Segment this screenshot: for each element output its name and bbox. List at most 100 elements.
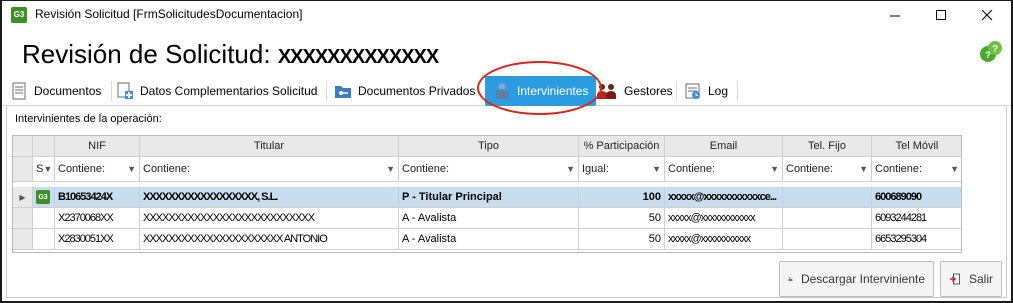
page-title-label: Revisión de Solicitud: xyxy=(22,39,278,69)
cell-email[interactable]: xxxxx@xxxxxxxxxxx xyxy=(665,229,783,250)
cell-tel-fijo[interactable] xyxy=(783,208,872,229)
minimize-button[interactable] xyxy=(872,1,918,29)
cell-tel-fijo[interactable] xyxy=(783,187,872,208)
filter-icon[interactable]: ▼ xyxy=(859,164,868,174)
cell-participacion[interactable]: 100 xyxy=(579,187,665,208)
person-download-icon xyxy=(788,276,793,282)
tab-intervinientes[interactable]: Intervinientes xyxy=(485,76,597,106)
filter-email[interactable]: Contiene: ▼ xyxy=(665,157,783,182)
tab-documentos[interactable]: Documentos xyxy=(10,76,101,106)
column-header-participacion[interactable]: % Participación xyxy=(579,136,665,157)
cell-email[interactable]: xxxxx@xxxxxxxxxxxce... xyxy=(665,187,783,208)
exit-door-icon xyxy=(949,273,960,285)
table-row[interactable]: X2830051XX XXXXXXXXXXXXXXXXXXXXXX ANTONI… xyxy=(13,229,961,250)
cell-tipo[interactable]: A - Avalista xyxy=(399,208,579,229)
filter-participacion[interactable]: Igual: ▼ xyxy=(579,157,665,182)
table-row[interactable]: X2370068XX XXXXXXXXXXXXXXXXXXXXXXXXXXX A… xyxy=(13,208,961,229)
cell-nif[interactable]: X2370068XX xyxy=(55,208,140,229)
close-button[interactable] xyxy=(964,1,1010,29)
maximize-icon xyxy=(935,9,946,20)
filter-icon[interactable]: ▼ xyxy=(43,164,52,174)
cell-tipo[interactable]: A - Avalista xyxy=(399,229,579,250)
column-header-tel-movil[interactable]: Tel Móvil xyxy=(872,136,961,157)
svg-text:?: ? xyxy=(992,44,998,55)
tab-divider xyxy=(111,81,112,101)
column-header-tipo[interactable]: Tipo xyxy=(399,136,579,157)
row-indicator xyxy=(13,229,33,250)
exit-label: Salir xyxy=(968,272,993,286)
close-icon xyxy=(981,9,992,20)
cell-participacion[interactable]: 50 xyxy=(579,229,665,250)
application-window: G3 Revisión Solicitud [FrmSolicitudesDoc… xyxy=(0,0,1013,303)
cell-nif[interactable]: X2830051XX xyxy=(55,229,140,250)
filter-label: Contiene: xyxy=(668,163,716,175)
row-status xyxy=(33,208,55,229)
grid-filter-row: S ▼ Contiene: ▼ Contiene: ▼ Contiene: ▼ Igua… xyxy=(13,157,961,182)
cell-tel-movil[interactable]: 600689090 xyxy=(872,187,961,208)
filter-titular[interactable]: Contiene: ▼ xyxy=(140,157,399,182)
filter-icon[interactable]: ▼ xyxy=(127,164,136,174)
cell-nif[interactable]: B10653424X xyxy=(55,187,140,208)
tab-bar: Documentos Datos Complementarios Solicit… xyxy=(2,73,1011,106)
filter-tel-fijo[interactable]: Contiene: ▼ xyxy=(783,157,872,182)
cell-tipo[interactable]: P - Titular Principal xyxy=(399,187,579,208)
app-logo-icon: G3 xyxy=(36,190,50,204)
row-indicator-header xyxy=(13,136,33,157)
filter-icon[interactable]: ▼ xyxy=(652,164,661,174)
filter-tipo[interactable]: Contiene: ▼ xyxy=(399,157,579,182)
column-header-nif[interactable]: NIF xyxy=(55,136,140,157)
cell-tel-movil[interactable]: 6093244281 xyxy=(872,208,961,229)
row-indicator xyxy=(13,157,33,182)
minimize-icon xyxy=(889,15,900,16)
filter-nif[interactable]: Contiene: ▼ xyxy=(55,157,140,182)
row-status: G3 xyxy=(33,187,55,208)
window-title: Revisión Solicitud [FrmSolicitudesDocume… xyxy=(35,7,303,21)
filter-label: Contiene: xyxy=(143,163,191,175)
help-icon[interactable]: ? ? xyxy=(978,39,1004,65)
cell-titular[interactable]: XXXXXXXXXXXXXXXXXXXXXXXXXXX xyxy=(140,208,399,229)
tab-divider xyxy=(326,81,327,101)
tab-datos-complementarios[interactable]: Datos Complementarios Solicitud xyxy=(116,76,317,106)
download-interviniente-button[interactable]: Descargar Interviniente xyxy=(779,261,934,297)
svg-text:?: ? xyxy=(985,50,991,60)
section-label: Intervinientes de la operación: xyxy=(15,113,162,125)
filter-tel-movil[interactable]: Contiene: ▼ xyxy=(872,157,961,182)
tab-log[interactable]: Log xyxy=(684,76,728,106)
app-logo-icon: G3 xyxy=(11,7,27,23)
cell-tel-fijo[interactable] xyxy=(783,229,872,250)
cell-tel-movil[interactable]: 6653295304 xyxy=(872,229,961,250)
tab-label: Gestores xyxy=(624,84,673,98)
filter-icon[interactable]: ▼ xyxy=(770,164,779,174)
filter-label: Contiene: xyxy=(786,163,834,175)
column-header-email[interactable]: Email xyxy=(665,136,783,157)
column-header-titular[interactable]: Titular xyxy=(140,136,399,157)
document-icon xyxy=(12,82,26,100)
document-plus-icon xyxy=(117,82,133,99)
tab-divider xyxy=(676,81,677,101)
grid-header-row: NIF Titular Tipo % Participación Email T… xyxy=(13,136,961,157)
filter-status[interactable]: S ▼ xyxy=(33,157,55,182)
filter-icon[interactable]: ▼ xyxy=(566,164,575,174)
title-bar: G3 Revisión Solicitud [FrmSolicitudesDoc… xyxy=(2,1,1011,29)
column-header-tel-fijo[interactable]: Tel. Fijo xyxy=(783,136,872,157)
intervinientes-grid: NIF Titular Tipo % Participación Email T… xyxy=(12,135,962,253)
filter-label: Contiene: xyxy=(402,163,450,175)
log-icon xyxy=(685,83,700,99)
tab-gestores[interactable]: Gestores xyxy=(596,76,673,106)
tab-documentos-privados[interactable]: Documentos Privados xyxy=(334,76,475,106)
column-header-status[interactable] xyxy=(33,136,55,157)
tab-label: Log xyxy=(708,84,729,98)
table-row[interactable]: ▶ G3 B10653424X XXXXXXXXXXXXXXXXXX, S.L.… xyxy=(13,187,961,208)
row-status xyxy=(33,229,55,250)
download-label: Descargar Interviniente xyxy=(800,272,925,286)
cell-titular[interactable]: XXXXXXXXXXXXXXXXXX, S.L. xyxy=(140,187,399,208)
filter-icon[interactable]: ▼ xyxy=(386,164,395,174)
cell-participacion[interactable]: 50 xyxy=(579,208,665,229)
maximize-button[interactable] xyxy=(918,1,964,29)
users-icon xyxy=(597,84,616,99)
filter-label: Contiene: xyxy=(58,163,106,175)
filter-icon[interactable]: ▼ xyxy=(950,164,959,174)
cell-email[interactable]: xxxxx@xxxxxxxxxxxx xyxy=(665,208,783,229)
cell-titular[interactable]: XXXXXXXXXXXXXXXXXXXXXX ANTONIO xyxy=(140,229,399,250)
exit-button[interactable]: Salir xyxy=(940,261,1002,297)
